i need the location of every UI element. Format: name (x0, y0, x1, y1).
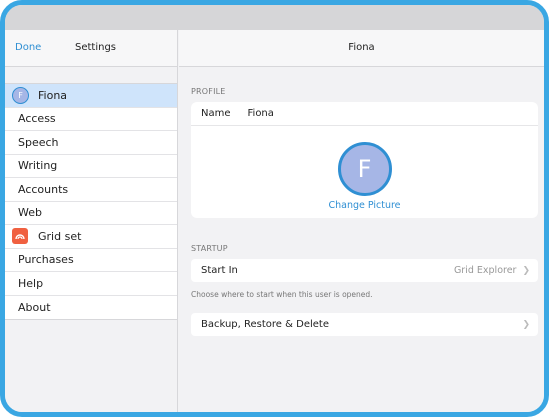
sidebar-item-label: Accounts (18, 182, 69, 196)
start-in-label: Start In (201, 265, 238, 276)
sidebar-item-label: Purchases (18, 253, 74, 267)
sidebar-item-about[interactable]: About (5, 296, 177, 320)
sidebar-item-label: Web (18, 206, 42, 220)
profile-avatar[interactable]: F (337, 142, 392, 196)
sidebar-item-purchases[interactable]: Purchases (5, 249, 177, 272)
sidebar-nav-bar: Done Settings (5, 30, 177, 67)
change-picture-button[interactable]: Change Picture (191, 200, 538, 211)
sidebar-item-access[interactable]: Access (5, 108, 177, 131)
start-in-value: Grid Explorer (453, 265, 517, 276)
done-button[interactable]: Done (15, 42, 41, 53)
sidebar-item-label: Fiona (38, 88, 68, 102)
sidebar-item-label: Help (18, 276, 44, 290)
chevron-right-icon: ❯ (522, 265, 530, 276)
sidebar-item-label: Writing (18, 159, 58, 173)
sidebar-item-label: About (18, 300, 51, 314)
sidebar-item-label: Grid set (38, 229, 82, 243)
sidebar-item-web[interactable]: Web (5, 202, 177, 225)
name-label: Name (201, 108, 231, 119)
grid-set-icon (12, 228, 28, 245)
start-in-row[interactable]: Start In Grid Explorer ❯ (191, 259, 538, 282)
sidebar-item-label: Access (18, 112, 56, 126)
settings-title: Settings (75, 42, 117, 53)
sidebar-item-help[interactable]: Help (5, 272, 177, 296)
main-panel: Fiona PROFILE Name Fiona F Change Pictur… (179, 30, 544, 412)
backup-label: Backup, Restore & Delete (201, 319, 329, 330)
device-frame: Done Settings F Fiona Access Speech Writ… (0, 0, 549, 417)
start-in-note: Choose where to start when this user is … (191, 290, 373, 299)
sidebar-item-label: Speech (18, 135, 59, 149)
chevron-right-icon: ❯ (522, 319, 530, 330)
sidebar-item-writing[interactable]: Writing (5, 155, 177, 178)
sidebar: Done Settings F Fiona Access Speech Writ… (5, 30, 178, 412)
profile-card: Name Fiona F Change Picture (191, 102, 538, 218)
avatar: F (12, 86, 29, 104)
name-row[interactable]: Name Fiona (191, 102, 538, 126)
name-field[interactable]: Fiona (248, 108, 274, 119)
startup-section-header: STARTUP (191, 244, 228, 253)
sidebar-item-grid-set[interactable]: Grid set (5, 225, 177, 249)
sidebar-item-accounts[interactable]: Accounts (5, 178, 177, 202)
backup-restore-delete-row[interactable]: Backup, Restore & Delete ❯ (191, 313, 538, 336)
sidebar-list: F Fiona Access Speech Writing Accounts W… (5, 83, 177, 320)
sidebar-item-speech[interactable]: Speech (5, 131, 177, 155)
page-title: Fiona (179, 30, 544, 67)
status-bar (5, 5, 544, 30)
profile-section-header: PROFILE (191, 87, 226, 96)
sidebar-item-fiona[interactable]: F Fiona (5, 84, 177, 108)
